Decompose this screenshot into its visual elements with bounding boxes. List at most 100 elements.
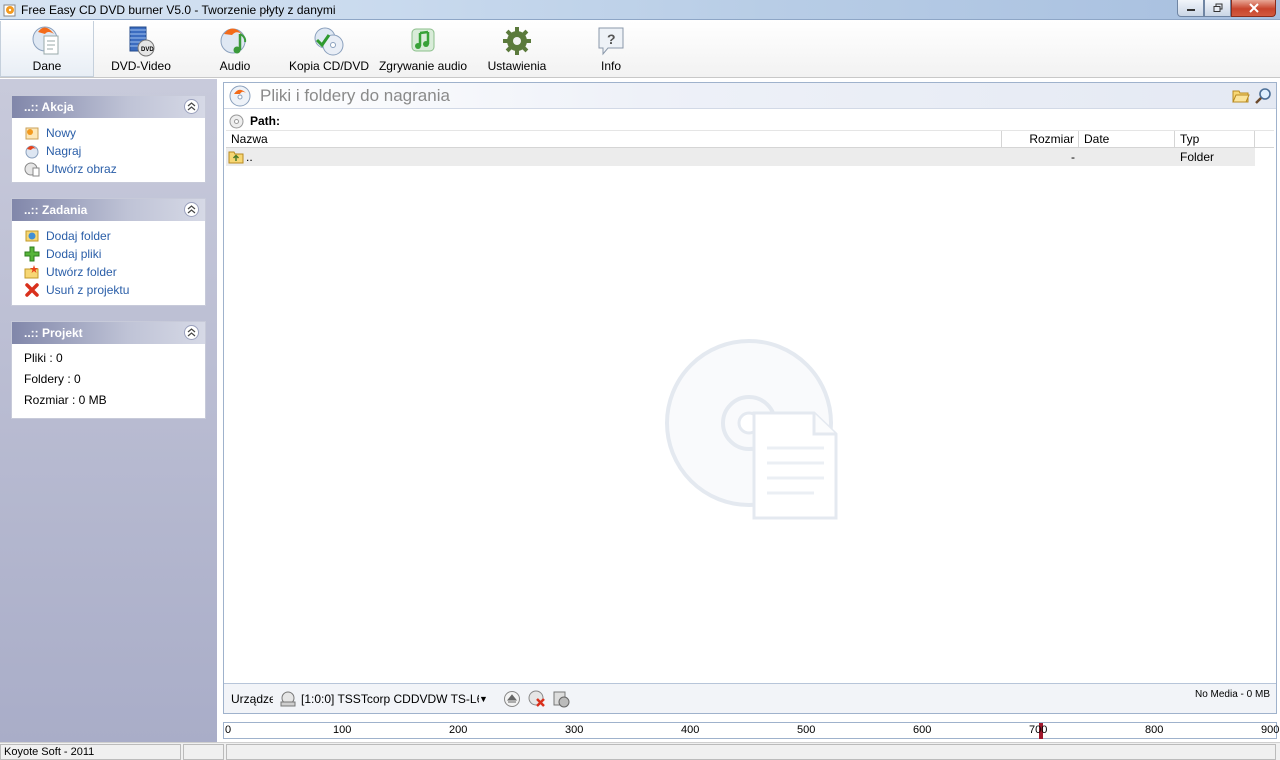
add-folder-icon [25, 230, 39, 242]
panel-header[interactable]: ..:: Zadania [12, 199, 205, 221]
info-icon: ? [598, 27, 624, 56]
sidebar-link-utworz-folder[interactable]: Utwórz folder [24, 263, 205, 281]
panel-projekt: ..:: Projekt Pliki : 0 Foldery : 0 Rozmi… [11, 321, 206, 419]
panel-header[interactable]: ..:: Akcja [12, 96, 205, 118]
sidebar-link-utworz-obraz[interactable]: Utwórz obraz [24, 160, 205, 178]
toolbar-label: Kopia CD/DVD [288, 59, 370, 73]
project-size: Rozmiar : 0 MB [24, 393, 107, 407]
path-label: Path: [250, 114, 280, 128]
file-list-panel: Pliki i foldery do nagrania Path: Nazwa … [223, 82, 1277, 714]
toolbar-label: Zgrywanie audio [378, 59, 468, 73]
sidebar-link-nowy[interactable]: Nowy [24, 124, 205, 142]
sidebar-link-dodaj-folder[interactable]: Dodaj folder [24, 227, 205, 245]
close-button[interactable] [1231, 0, 1276, 17]
column-header-date[interactable]: Date [1079, 131, 1175, 147]
cell-type: Folder [1180, 150, 1215, 164]
window-title: Free Easy CD DVD burner V5.0 - Tworzenie… [21, 3, 336, 17]
rip-audio-icon [411, 28, 435, 52]
collapse-icon[interactable] [184, 325, 199, 340]
path-bar: Path: [224, 111, 1276, 131]
project-files-count: Pliki : 0 [24, 351, 63, 365]
sidebar-link-label: Nagraj [46, 144, 82, 158]
toolbar-label: Audio [219, 59, 251, 73]
status-text: Koyote Soft - 2011 [0, 744, 181, 760]
search-icon[interactable] [1254, 87, 1272, 105]
sidebar-link-dodaj-pliki[interactable]: Dodaj pliki [24, 245, 205, 263]
minimize-button[interactable] [1177, 0, 1204, 17]
remove-icon [25, 283, 39, 297]
column-header-name[interactable]: Nazwa [226, 131, 1002, 147]
cell-name: .. [226, 148, 1002, 166]
sidebar-link-label: Dodaj folder [46, 229, 111, 243]
sidebar-link-label: Usuń z projektu [46, 283, 130, 297]
toolbar-data-button[interactable]: Dane [0, 21, 94, 77]
data-disc-icon [229, 85, 251, 107]
panel-header[interactable]: ..:: Projekt [12, 322, 205, 344]
title-bar: Free Easy CD DVD burner V5.0 - Tworzenie… [0, 0, 1280, 20]
disc-watermark-icon [665, 339, 838, 520]
toolbar-rip-audio-button[interactable]: Zgrywanie audio [376, 21, 470, 77]
ruler-tick-label: 600 [913, 724, 932, 736]
eject-icon[interactable] [503, 690, 521, 708]
toolbar-audio-button[interactable]: Audio [188, 21, 282, 77]
sidebar-link-usun[interactable]: Usuń z projektu [24, 281, 205, 299]
cell-date [1079, 148, 1175, 166]
minimize-icon [1186, 9, 1195, 11]
toolbar-copy-button[interactable]: Kopia CD/DVD [282, 21, 376, 77]
file-list: Nazwa Rozmiar Date Typ .. - Folder [226, 130, 1274, 166]
erase-disc-icon[interactable] [528, 690, 546, 708]
panel-title: ..:: Projekt [24, 326, 83, 340]
device-label: Urządzenie [231, 692, 273, 706]
sidebar-link-label: Utwórz obraz [46, 162, 117, 176]
chevron-down-icon: ▼ [479, 693, 488, 704]
create-folder-icon [24, 265, 39, 279]
new-project-icon [25, 127, 39, 140]
sidebar-link-nagraj[interactable]: Nagraj [24, 142, 205, 160]
table-row[interactable]: .. - Folder [226, 148, 1255, 166]
add-files-icon [24, 246, 40, 262]
ruler-tick-label: 500 [797, 724, 816, 736]
toolbar-label: Ustawienia [487, 59, 547, 73]
toolbar-label: Info [600, 59, 621, 73]
column-header-row: Nazwa Rozmiar Date Typ [226, 130, 1274, 148]
cell-name-text: .. [246, 150, 253, 164]
ruler-tick-label: 300 [565, 724, 584, 736]
ruler-tick-label: 900 [1261, 724, 1280, 736]
maximize-button[interactable] [1204, 0, 1231, 17]
panel-akcja: ..:: Akcja Nowy Nagraj Utwórz obraz [11, 95, 206, 183]
create-image-icon [24, 162, 40, 177]
status-progress [226, 744, 1276, 760]
toolbar-label: DVD-Video [111, 59, 171, 73]
status-pane [183, 744, 224, 760]
restore-icon [1213, 3, 1222, 12]
column-header-size[interactable]: Rozmiar [1002, 131, 1079, 147]
data-disc-icon [32, 26, 59, 55]
column-header-type[interactable]: Typ [1175, 131, 1255, 147]
app-icon [3, 4, 16, 17]
audio-disc-icon [220, 28, 247, 54]
copy-disc-icon [314, 27, 344, 56]
disc-info-icon[interactable] [552, 690, 570, 708]
burn-icon [25, 145, 39, 159]
device-bar: Urządzenie [1:0:0] TSSTcorp CDDVDW TS-L6… [224, 683, 1276, 713]
sidebar: ..:: Akcja Nowy Nagraj Utwórz obraz ..::… [0, 79, 217, 742]
toolbar-settings-button[interactable]: Ustawienia [470, 21, 564, 77]
panel-header-bar: Pliki i foldery do nagrania [224, 83, 1276, 109]
sidebar-link-label: Nowy [46, 126, 77, 140]
collapse-icon[interactable] [184, 99, 199, 114]
open-folder-icon[interactable] [1232, 88, 1250, 104]
gear-icon [503, 27, 531, 55]
toolbar-label: Dane [32, 59, 62, 73]
ruler-tick-label: 100 [333, 724, 352, 736]
project-folders-count: Foldery : 0 [24, 372, 81, 386]
toolbar-dvd-video-button[interactable]: DVD DVD-Video [94, 21, 188, 77]
device-select[interactable]: [1:0:0] TSSTcorp CDDVDW TS-L633C ▼ [278, 688, 496, 709]
svg-text:?: ? [607, 31, 616, 47]
toolbar-info-button[interactable]: ? Info [564, 21, 658, 77]
media-status: No Media - 0 MB [1194, 689, 1270, 700]
panel-title: ..:: Zadania [24, 203, 88, 217]
dvd-video-icon: DVD [129, 26, 155, 57]
panel-title: Pliki i foldery do nagrania [260, 86, 450, 105]
capacity-ruler: 0 100 200 300 400 500 600 700 800 900 [223, 722, 1280, 739]
collapse-icon[interactable] [184, 202, 199, 217]
